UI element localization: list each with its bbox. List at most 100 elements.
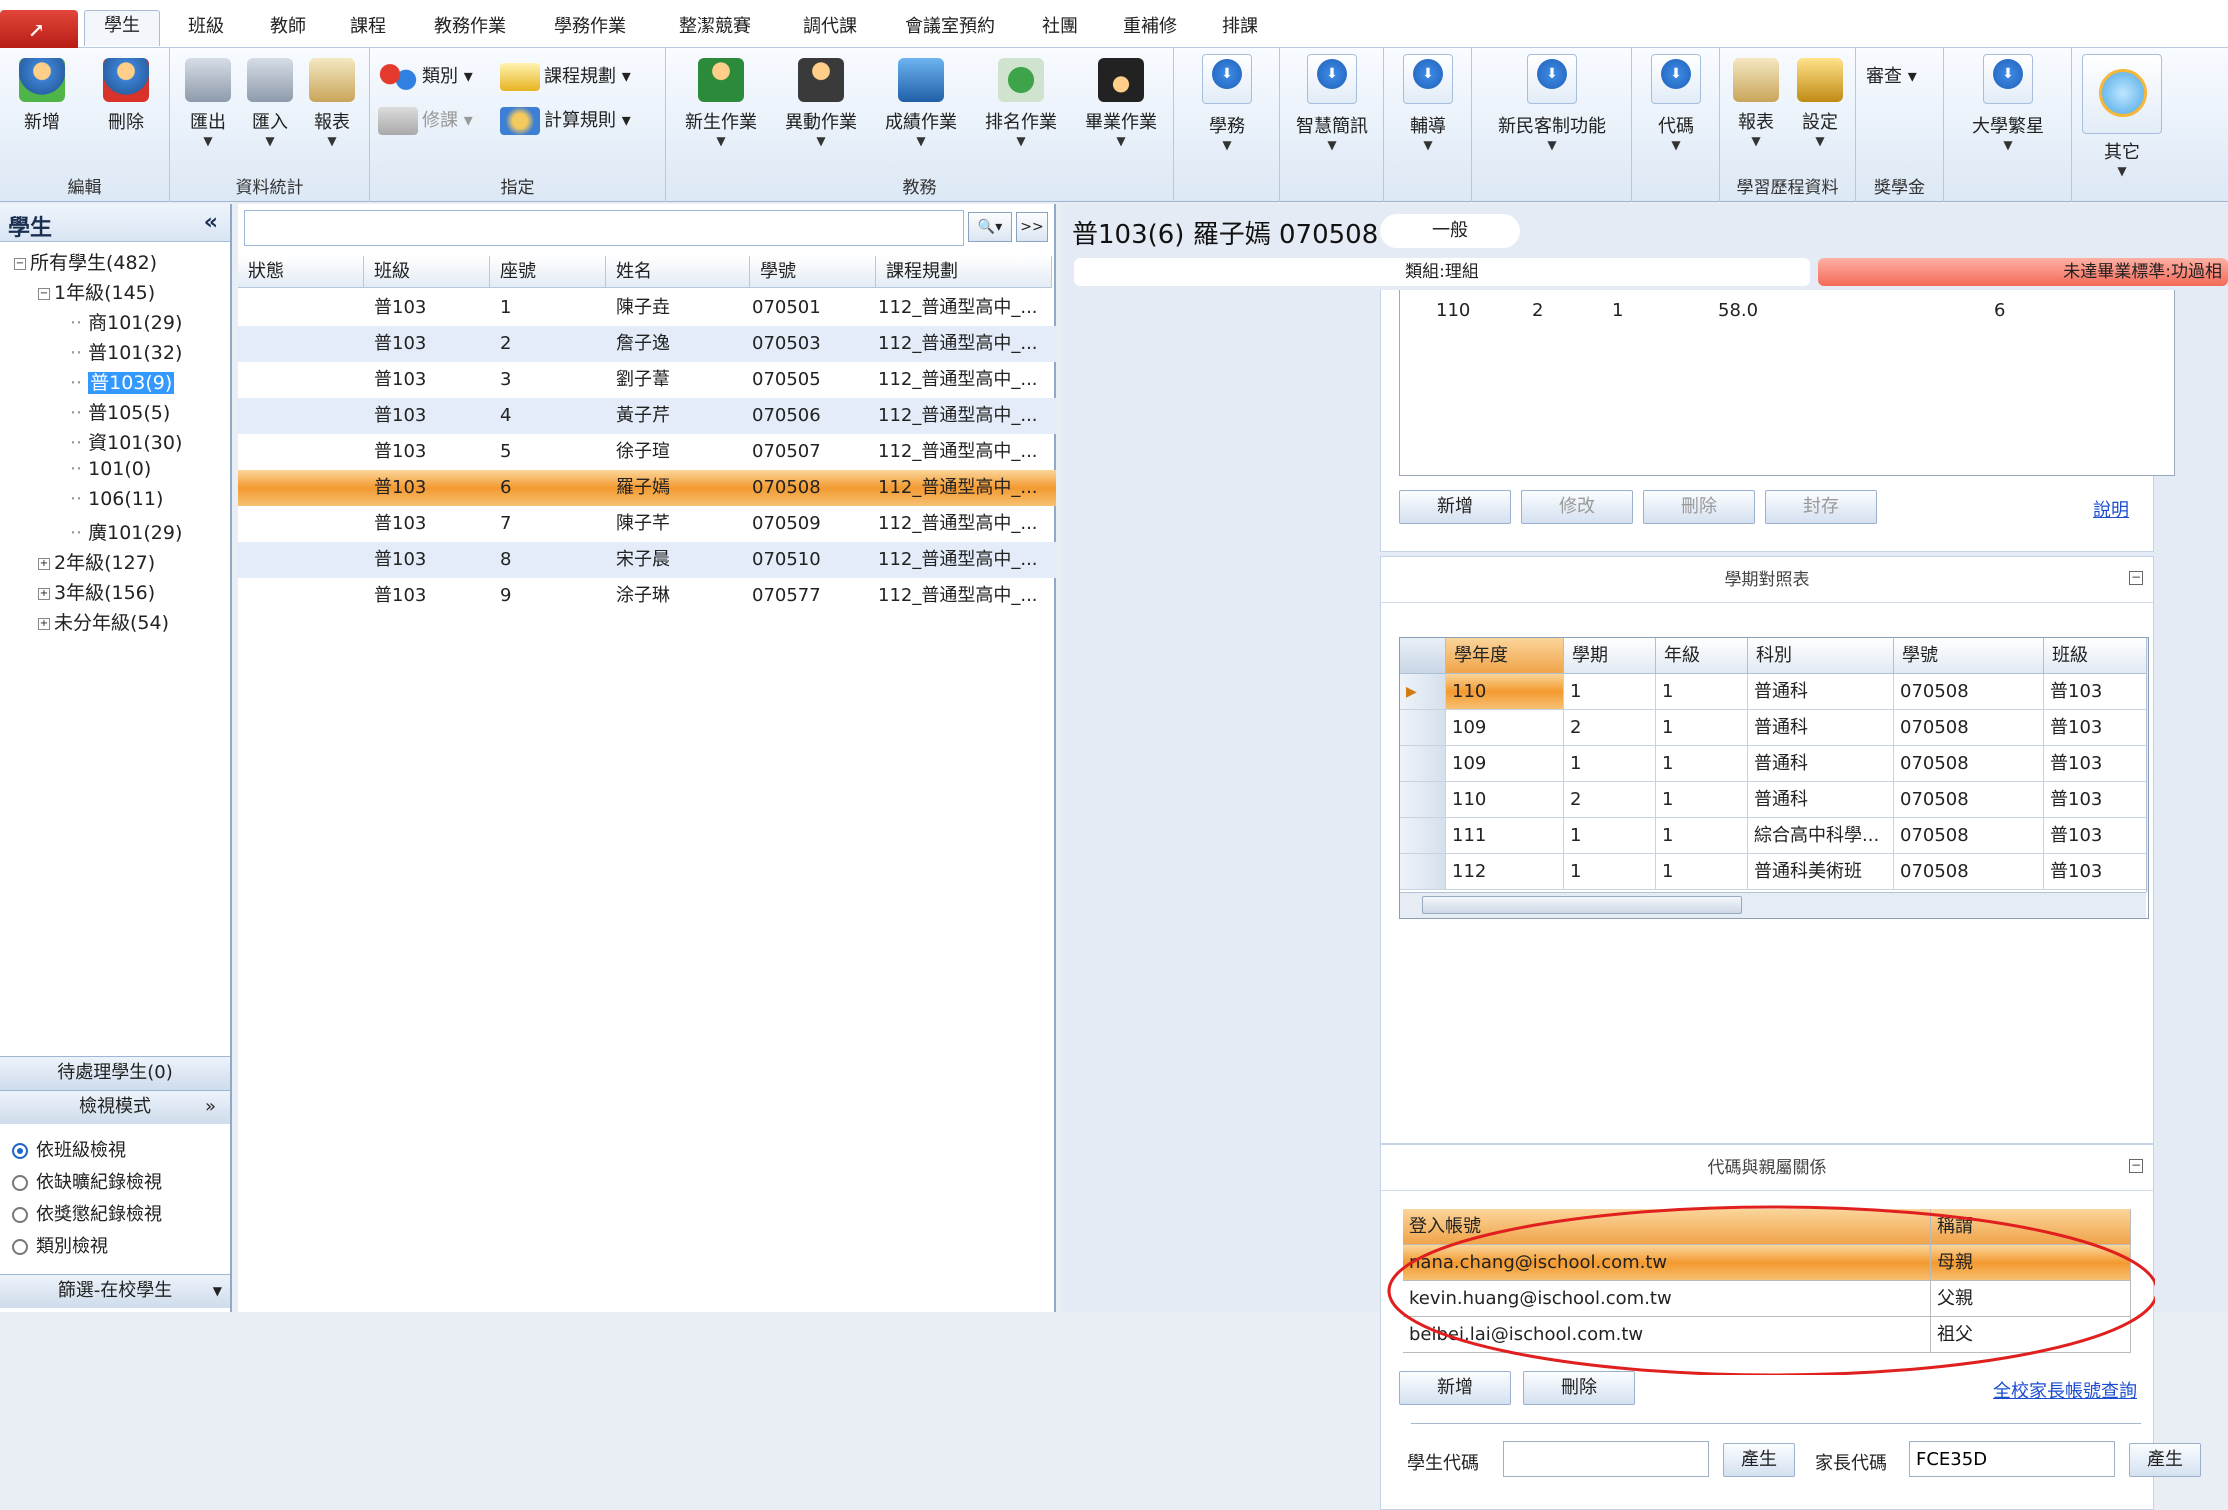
collapse-node-icon[interactable]: − xyxy=(14,257,26,270)
table-row[interactable]: 普103 2 詹子逸 070503 112_普通型高中_... xyxy=(238,326,1056,362)
category-button[interactable]: 類別 ▾ xyxy=(378,60,473,94)
tree-node[interactable]: +2年級(127) xyxy=(38,548,155,575)
change-ops-button[interactable]: 異動作業 ▼ xyxy=(776,58,866,148)
tab-cleanliness[interactable]: 整潔競賽 xyxy=(660,12,770,48)
column-header[interactable]: 班級 xyxy=(364,256,490,288)
setting-button[interactable]: 設定 ▼ xyxy=(1790,58,1850,148)
expand-node-icon[interactable]: + xyxy=(38,617,50,630)
help-link[interactable]: 說明 xyxy=(2093,496,2129,522)
vertical-scrollbar[interactable] xyxy=(2146,638,2148,892)
portfolio-report-button[interactable]: 報表 ▼ xyxy=(1726,58,1786,148)
tree-node[interactable]: − 所有學生(482) xyxy=(14,248,157,275)
collapse-panel-icon[interactable]: « xyxy=(204,210,218,235)
course-plan-button[interactable]: 課程規劃 ▾ xyxy=(500,60,631,94)
tab-makeup[interactable]: 重補修 xyxy=(1110,12,1190,48)
report-button[interactable]: 報表 ▼ xyxy=(304,58,360,148)
row-header[interactable] xyxy=(1400,782,1446,818)
delete-parent-button[interactable]: 刪除 xyxy=(1523,1371,1635,1405)
tab-teacher[interactable]: 教師 xyxy=(258,12,318,48)
semester-row[interactable]: 110 2 1 普通科 070508 普103 xyxy=(1400,782,2148,818)
import-button[interactable]: 匯入 ▼ xyxy=(242,58,298,148)
row-header[interactable] xyxy=(1400,746,1446,782)
collapse-icon[interactable]: − xyxy=(2129,571,2143,585)
expand-node-icon[interactable]: + xyxy=(38,587,50,600)
semester-column-header[interactable]: 班級 xyxy=(2044,638,2148,674)
archive-record-button[interactable]: 封存 xyxy=(1765,490,1877,524)
semester-column-header[interactable]: 年級 xyxy=(1656,638,1748,674)
column-header[interactable]: 課程規劃 xyxy=(876,256,1052,288)
student-affairs-button[interactable]: ⬇ 學務 ▼ xyxy=(1192,54,1262,152)
column-header[interactable]: 狀態 xyxy=(238,256,364,288)
generate-student-code-button[interactable]: 產生 xyxy=(1723,1443,1795,1477)
counsel-button[interactable]: ⬇ 輔導 ▼ xyxy=(1394,54,1462,152)
calc-rule-button[interactable]: 計算規則 ▾ xyxy=(500,104,631,138)
student-code-input[interactable] xyxy=(1503,1441,1709,1477)
h-scroll-thumb[interactable] xyxy=(1422,896,1742,914)
smart-msg-button[interactable]: ⬇ 智慧簡訊 ▼ xyxy=(1284,54,1380,152)
view-mode-radio[interactable]: 依缺曠紀錄檢視 xyxy=(12,1168,162,1194)
tab-club[interactable]: 社團 xyxy=(1030,12,1090,48)
expand-button[interactable]: >> xyxy=(1016,212,1048,242)
semester-row[interactable]: ▶ 110 1 1 普通科 070508 普103 xyxy=(1400,674,2148,710)
tree-node[interactable]: ·· 101(0) xyxy=(70,458,151,480)
tree-node[interactable]: +3年級(156) xyxy=(38,578,155,605)
column-header[interactable]: 姓名 xyxy=(606,256,750,288)
semester-row[interactable]: 111 1 1 綜合高中科學... 070508 普103 xyxy=(1400,818,2148,854)
tree-node[interactable]: ·· 普105(5) xyxy=(70,398,170,425)
semester-row[interactable]: 112 1 1 普通科美術班 070508 普103 xyxy=(1400,854,2148,890)
add-parent-button[interactable]: 新增 xyxy=(1399,1371,1511,1405)
graduate-ops-button[interactable]: 畢業作業 ▼ xyxy=(1076,58,1166,148)
table-row[interactable]: 普103 6 羅子嫣 070508 112_普通型高中_... xyxy=(238,470,1056,506)
tab-scheduling[interactable]: 排課 xyxy=(1210,12,1270,48)
score-ops-button[interactable]: 成績作業 ▼ xyxy=(876,58,966,148)
semester-column-header[interactable]: 學號 xyxy=(1894,638,2044,674)
newresident-button[interactable]: ⬇ 新民客制功能 ▼ xyxy=(1476,54,1628,152)
row-header[interactable]: ▶ xyxy=(1400,674,1446,710)
semester-column-header[interactable]: 科別 xyxy=(1748,638,1894,674)
tree-node[interactable]: ·· 商101(29) xyxy=(70,308,182,335)
pending-students-bar[interactable]: 待處理學生(0) xyxy=(0,1056,230,1090)
table-row[interactable]: 普103 4 黃子芹 070506 112_普通型高中_... xyxy=(238,398,1056,434)
new-student-ops-button[interactable]: 新生作業 ▼ xyxy=(676,58,766,148)
horizontal-scrollbar[interactable] xyxy=(1400,892,2146,918)
delete-student-button[interactable]: 刪除 xyxy=(94,58,158,134)
repair-button[interactable]: 修課 ▾ xyxy=(378,104,473,138)
row-header[interactable] xyxy=(1400,854,1446,890)
tab-course[interactable]: 課程 xyxy=(338,12,398,48)
code-button[interactable]: ⬇ 代碼 ▼ xyxy=(1642,54,1710,152)
row-header[interactable] xyxy=(1400,710,1446,746)
app-menu-button[interactable]: ↗ xyxy=(0,10,78,48)
view-mode-radio[interactable]: 依獎懲紀錄檢視 xyxy=(12,1200,162,1226)
semester-row[interactable]: 109 2 1 普通科 070508 普103 xyxy=(1400,710,2148,746)
expand-node-icon[interactable]: + xyxy=(38,557,50,570)
tree-node[interactable]: + 未分年級(54) xyxy=(38,608,169,635)
edit-record-button[interactable]: 修改 xyxy=(1521,490,1633,524)
search-button[interactable]: 🔍▾ xyxy=(968,212,1012,242)
others-button[interactable]: 其它 ▼ xyxy=(2080,54,2164,178)
tab-student[interactable]: 學生 xyxy=(84,10,160,46)
view-mode-radio[interactable]: 依班級檢視 xyxy=(12,1136,126,1162)
semester-column-header[interactable]: 學年度 xyxy=(1446,638,1564,674)
tree-node[interactable]: ·· 資101(30) xyxy=(70,428,182,455)
semester-row[interactable]: 109 1 1 普通科 070508 普103 xyxy=(1400,746,2148,782)
table-row[interactable]: 普103 3 劉子葦 070505 112_普通型高中_... xyxy=(238,362,1056,398)
filter-bar[interactable]: 篩選-在校學生 ▼ xyxy=(0,1274,230,1308)
table-row[interactable]: 普103 7 陳子芊 070509 112_普通型高中_... xyxy=(238,506,1056,542)
tab-student-affairs[interactable]: 學務作業 xyxy=(540,12,640,48)
tree-node[interactable]: ·· 普103(9) xyxy=(70,368,175,395)
tab-academic-ops[interactable]: 教務作業 xyxy=(420,12,520,48)
tab-class[interactable]: 班級 xyxy=(176,12,236,48)
parent-account-query-link[interactable]: 全校家長帳號查詢 xyxy=(1993,1377,2137,1403)
view-mode-bar[interactable]: 檢視模式 » xyxy=(0,1090,230,1124)
tree-node[interactable]: ·· 廣101(29) xyxy=(70,518,182,545)
column-header[interactable]: 學號 xyxy=(750,256,876,288)
tab-substitute[interactable]: 調代課 xyxy=(790,12,870,48)
tree-node[interactable]: ·· 106(11) xyxy=(70,488,163,510)
collapse-icon[interactable]: − xyxy=(2129,1159,2143,1173)
parent-code-input[interactable] xyxy=(1909,1441,2115,1477)
table-row[interactable]: 普103 8 宋子晨 070510 112_普通型高中_... xyxy=(238,542,1056,578)
generate-parent-code-button[interactable]: 產生 xyxy=(2129,1443,2201,1477)
add-student-button[interactable]: 新增 xyxy=(10,58,74,134)
row-header[interactable] xyxy=(1400,818,1446,854)
tree-node[interactable]: −1年級(145) xyxy=(38,278,155,305)
